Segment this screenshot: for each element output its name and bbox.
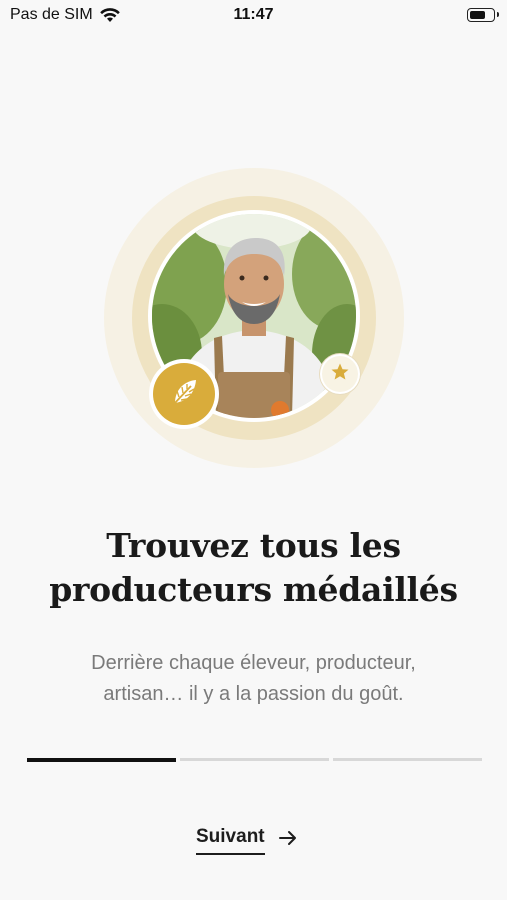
onboarding-progress [27,758,482,762]
wifi-icon [99,7,121,23]
progress-segment [333,758,482,761]
title-line: Trouvez tous les [106,526,401,565]
battery-level [470,11,485,19]
page-title: Trouvez tous les producteurs médaillés [0,524,507,612]
arrow-right-icon [278,830,297,851]
page-subtitle: Derrière chaque éleveur, producteur, art… [0,648,507,710]
status-bar: Pas de SIM 11:47 [0,0,507,32]
progress-segment [27,758,176,762]
title-line: producteurs médaillés [49,570,458,609]
next-button-label: Suivant [196,826,265,855]
star-icon [330,362,350,387]
subtitle-line: artisan… il y a la passion du goût. [103,683,404,705]
next-button[interactable]: Suivant [196,826,297,860]
carrier-label: Pas de SIM [10,6,93,23]
progress-segment [180,758,329,761]
hero-illustration [104,168,404,468]
subtitle-line: Derrière chaque éleveur, producteur, [91,652,416,674]
carrier-info: Pas de SIM [10,6,121,24]
leaf-icon [167,375,201,414]
battery-icon [467,8,499,22]
star-badge [322,356,358,392]
leaf-badge [153,363,215,425]
